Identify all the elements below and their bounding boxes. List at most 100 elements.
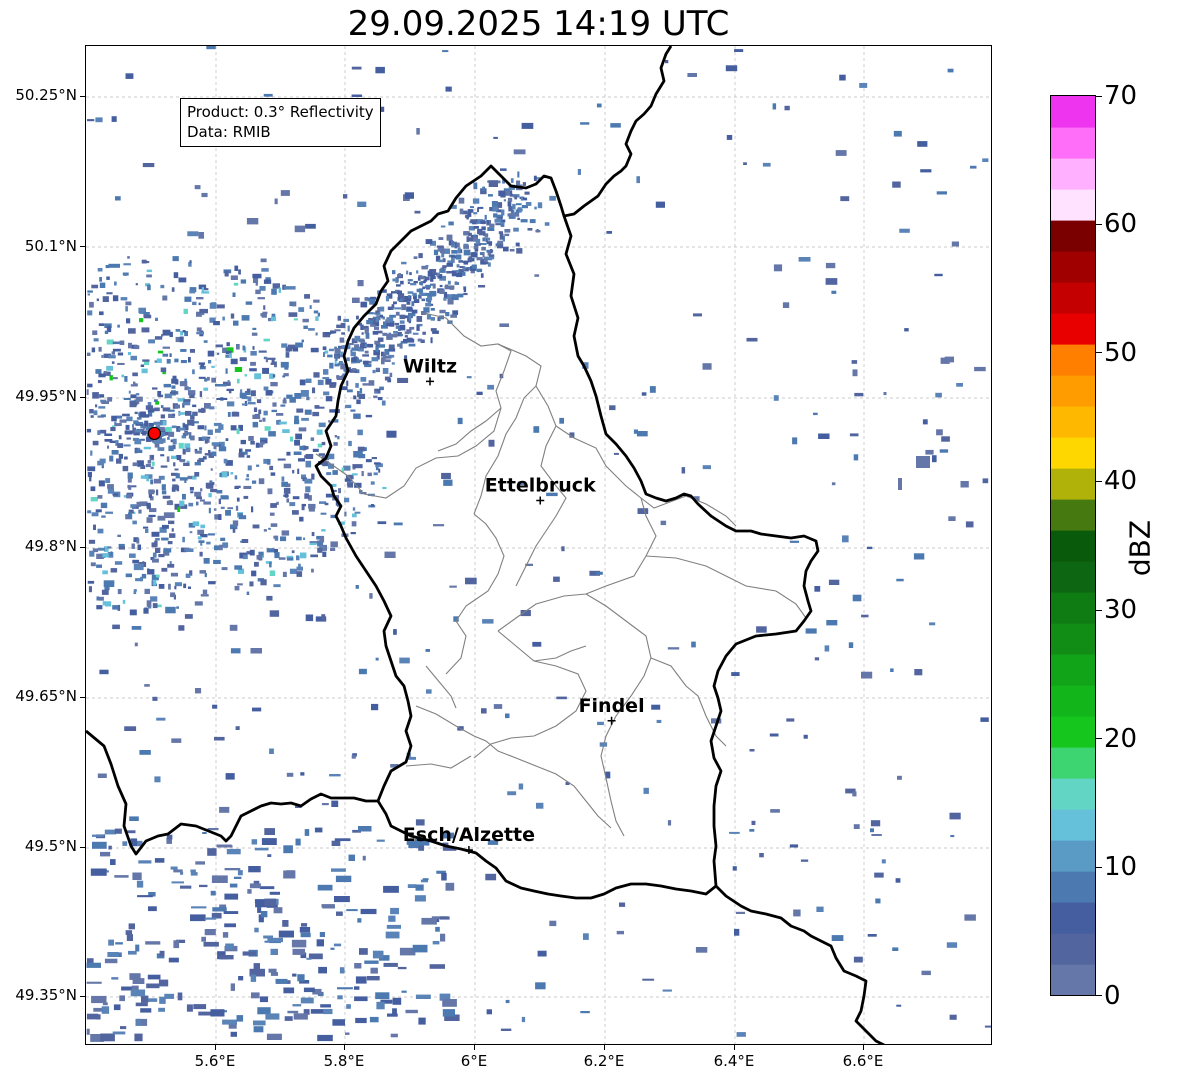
- echo-pixel: [160, 414, 165, 419]
- echo-pixel: [321, 614, 326, 621]
- echo-pixel: [441, 472, 451, 479]
- echo-pixel: [393, 331, 398, 334]
- echo-pixel: [298, 427, 307, 432]
- echo-pixel: [199, 884, 208, 888]
- echo-pixel: [111, 116, 117, 122]
- echo-pixel: [179, 477, 188, 481]
- echo-pixel: [163, 548, 172, 553]
- echo-pixel: [236, 1015, 244, 1022]
- echo-pixel: [693, 313, 702, 317]
- echo-pixel: [187, 419, 195, 426]
- echo-pixel: [98, 406, 106, 409]
- lat-tick-label: 50.25°N: [15, 86, 77, 104]
- echo-pixel: [208, 507, 211, 514]
- echo-pixel: [148, 906, 157, 912]
- echo-pixel: [168, 520, 175, 525]
- echo-pixel: [112, 341, 120, 345]
- echo-pixel: [479, 252, 483, 255]
- echo-pixel: [255, 283, 258, 286]
- echo-pixel: [355, 585, 359, 589]
- echo-pixel: [486, 220, 490, 225]
- echo-pixel: [311, 568, 314, 573]
- echo-pixel: [734, 928, 740, 936]
- echo-pixel: [649, 386, 656, 393]
- echo-pixel: [300, 932, 311, 938]
- echo-pixel: [172, 375, 177, 382]
- echo-pixel: [224, 923, 236, 928]
- echo-pixel: [300, 772, 305, 776]
- echo-pixel: [476, 257, 483, 261]
- echo-pixel: [415, 994, 431, 999]
- echo-pixel: [179, 500, 185, 507]
- echo-pixel: [123, 397, 131, 400]
- echo-pixel: [115, 415, 123, 419]
- echo-pixel: [702, 465, 711, 470]
- echo-pixel: [371, 457, 377, 460]
- echo-pixel: [447, 298, 454, 305]
- echo-pixel: [446, 262, 453, 267]
- echo-pixel: [376, 1001, 385, 1010]
- echo-pixel: [198, 302, 201, 306]
- echo-pixel: [151, 461, 155, 466]
- echo-pixel: [331, 868, 346, 872]
- echo-pixel: [464, 231, 469, 236]
- echo-pixel: [881, 859, 886, 864]
- echo-pixel: [412, 332, 419, 335]
- echo-pixel: [252, 480, 257, 484]
- echo-pixel: [145, 941, 161, 945]
- echo-pixel: [102, 601, 106, 606]
- echo-pixel: [418, 1017, 426, 1025]
- echo-pixel: [159, 996, 166, 1004]
- echo-pixel: [762, 162, 771, 167]
- echo-pixel: [350, 409, 356, 412]
- echo-pixel: [164, 993, 175, 999]
- echo-pixel: [516, 248, 523, 254]
- echo-pixel: [292, 510, 299, 515]
- echo-pixel: [148, 489, 155, 495]
- echo-pixel: [504, 233, 510, 237]
- echo-pixel: [473, 182, 478, 190]
- echo-pixel: [117, 352, 124, 356]
- echo-pixel: [310, 554, 318, 558]
- echo-pixel: [177, 992, 183, 1001]
- echo-pixel: [190, 914, 206, 922]
- echo-pixel: [268, 431, 276, 437]
- echo-pixel: [947, 68, 954, 73]
- lat-tick-mark: [80, 697, 85, 698]
- echo-pixel: [373, 472, 378, 476]
- echo-pixel: [729, 831, 740, 834]
- echo-pixel: [148, 998, 158, 1002]
- echo-pixel: [134, 429, 143, 433]
- echo-pixel: [416, 270, 419, 274]
- lat-tick-mark: [80, 547, 85, 548]
- echo-pixel: [447, 280, 451, 285]
- echo-pixel: [302, 318, 309, 323]
- echo-pixel: [152, 603, 158, 609]
- echo-pixel: [430, 317, 435, 321]
- echo-pixel: [250, 648, 262, 654]
- echo-pixel: [92, 440, 99, 446]
- echo-pixel: [393, 629, 397, 635]
- echo-pixel: [267, 937, 283, 943]
- echo-pixel: [196, 327, 202, 332]
- echo-pixel: [380, 306, 385, 312]
- echo-pixel: [211, 442, 220, 446]
- echo-pixel: [871, 834, 882, 836]
- echo-pixel: [498, 231, 503, 234]
- echo-pixel: [145, 529, 149, 533]
- city-marker: [426, 377, 435, 386]
- echo-pixel: [214, 736, 225, 741]
- echo-pixel: [296, 555, 300, 561]
- echo-pixel: [416, 288, 423, 293]
- echo-pixel: [119, 419, 127, 423]
- echo-pixel: [192, 521, 200, 526]
- echo-pixel: [457, 417, 463, 425]
- echo-pixel: [353, 356, 358, 359]
- echo-pixel: [731, 672, 740, 676]
- echo-pixel: [463, 245, 469, 249]
- echo-pixel: [128, 342, 132, 349]
- echo-pixel: [171, 287, 175, 292]
- echo-pixel: [561, 546, 565, 552]
- echo-pixel: [190, 491, 194, 494]
- echo-pixel: [536, 802, 544, 809]
